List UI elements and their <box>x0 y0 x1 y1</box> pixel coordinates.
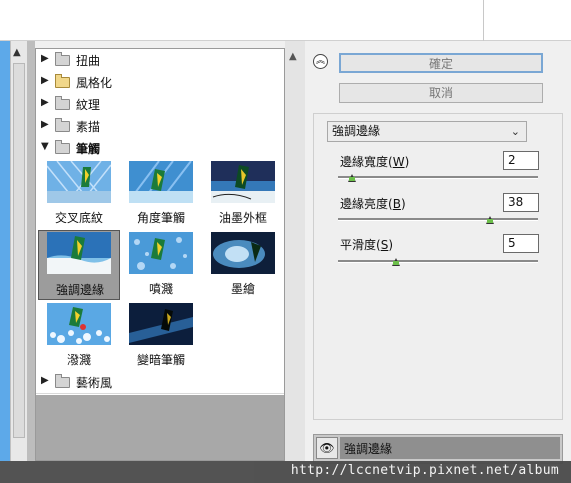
edge-width-label: 邊緣寬度(W) <box>340 155 410 169</box>
filter-thumb-sumi-e[interactable]: 墨繪 <box>202 230 284 300</box>
thumb-label: 潑濺 <box>66 353 91 367</box>
filter-thumbnails: 交叉底紋 角度筆觸 油墨外框 強調邊緣 噴濺 墨繪 潑濺 變暗筆觸 <box>36 159 284 371</box>
ok-button[interactable]: 確定 <box>339 53 543 73</box>
thumb-label: 交叉底紋 <box>54 211 103 225</box>
category-artistic[interactable]: ▶ 藝術風 <box>36 371 284 394</box>
edge-brightness-input[interactable]: 38 <box>503 193 539 212</box>
top-bar <box>0 0 571 41</box>
category-sketch[interactable]: ▶ 素描 <box>36 115 284 138</box>
category-label: 扭曲 <box>76 54 101 68</box>
thumb-label: 墨繪 <box>230 282 255 296</box>
edge-brightness-label: 邊緣亮度(B) <box>340 197 406 211</box>
folder-icon <box>55 374 70 388</box>
effect-layer-row[interactable]: 強調邊緣 <box>340 437 560 459</box>
filter-thumb-crosshatch[interactable]: 交叉底紋 <box>38 159 120 229</box>
edge-width-slider-knob[interactable] <box>348 174 356 182</box>
watermark-bar: http://lccnetvip.pixnet.net/album <box>0 461 571 483</box>
expand-triangle-icon[interactable]: ▶ <box>41 375 49 386</box>
expand-triangle-icon[interactable]: ▶ <box>41 75 49 86</box>
category-label: 紋理 <box>76 98 101 112</box>
smoothness-slider-knob[interactable] <box>392 258 400 266</box>
category-label: 素描 <box>76 120 101 134</box>
expand-triangle-icon[interactable]: ▶ <box>41 53 49 64</box>
filter-thumb-splatter[interactable]: 潑濺 <box>38 301 120 371</box>
folder-icon <box>55 74 70 88</box>
sumi-e-thumbnail <box>211 232 275 274</box>
filter-thumb-dark-strokes[interactable]: 變暗筆觸 <box>120 301 202 371</box>
thumb-label: 油墨外框 <box>218 211 267 225</box>
filter-select-value: 強調邊緣 <box>332 124 381 138</box>
filter-thumb-angled-strokes[interactable]: 角度筆觸 <box>120 159 202 229</box>
ink-outlines-thumbnail <box>211 161 275 203</box>
expand-triangle-icon[interactable]: ▶ <box>41 97 49 108</box>
category-label: 風格化 <box>76 76 113 90</box>
edge-width-slider[interactable] <box>338 176 538 179</box>
effect-layers-panel: 👁 強調邊緣 <box>313 434 563 464</box>
filter-thumb-spatter[interactable]: 噴濺 <box>120 230 202 300</box>
panel-divider <box>27 41 35 461</box>
eye-icon[interactable]: 👁 <box>316 437 338 459</box>
chevron-down-icon: ⌄ <box>510 125 520 138</box>
angled-strokes-thumbnail <box>129 161 193 203</box>
splatter-thumbnail <box>47 303 111 345</box>
effect-layer-label: 強調邊緣 <box>344 442 393 456</box>
category-label: 藝術風 <box>76 376 113 390</box>
edge-brightness-slider-knob[interactable] <box>486 216 494 224</box>
folder-icon <box>55 118 70 132</box>
filter-thumb-ink-outlines[interactable]: 油墨外框 <box>202 159 284 229</box>
scrollbar-thumb[interactable] <box>13 63 25 438</box>
edge-brightness-slider[interactable] <box>338 218 538 221</box>
thumb-label: 強調邊緣 <box>55 283 104 297</box>
filter-select[interactable]: 強調邊緣 ⌄ <box>327 121 527 142</box>
preview-canvas[interactable] <box>0 41 10 461</box>
preview-scrollbar[interactable]: ▲ <box>10 41 27 461</box>
edge-width-input[interactable]: 2 <box>503 151 539 170</box>
gallery-empty-area <box>36 395 284 460</box>
filter-thumb-accented-edges[interactable]: 強調邊緣 <box>38 230 120 300</box>
category-distort[interactable]: ▶ 扭曲 <box>36 49 284 72</box>
dark-strokes-thumbnail <box>129 303 193 345</box>
smoothness-slider[interactable] <box>338 260 538 263</box>
category-label: 筆觸 <box>76 142 101 156</box>
expand-triangle-icon[interactable]: ▶ <box>41 119 49 130</box>
collapse-triangle-icon[interactable]: ▼ <box>41 141 49 152</box>
thumb-label: 噴濺 <box>148 282 173 296</box>
folder-icon <box>55 96 70 110</box>
filter-gallery: ▶ 扭曲 ▶ 風格化 ▶ 紋理 ▶ 素描 ▼ 筆觸 交叉底紋 角度筆觸 油墨外框… <box>35 48 285 461</box>
double-chevron-up-icon[interactable]: ︽ <box>313 54 328 69</box>
smoothness-label: 平滑度(S) <box>340 238 394 252</box>
category-stylize[interactable]: ▶ 風格化 <box>36 71 284 94</box>
thumb-label: 變暗筆觸 <box>136 353 185 367</box>
folder-icon <box>55 140 70 154</box>
crosshatch-thumbnail <box>47 161 111 203</box>
category-brush-strokes[interactable]: ▼ 筆觸 <box>36 137 284 160</box>
scroll-up-arrow-icon[interactable]: ▲ <box>13 47 21 58</box>
scroll-up-arrow-icon[interactable]: ▲ <box>289 51 297 62</box>
accented-edges-thumbnail <box>47 232 111 274</box>
watermark-text: http://lccnetvip.pixnet.net/album <box>290 463 559 478</box>
gallery-scrollbar[interactable]: ▲ <box>285 41 305 461</box>
cancel-button[interactable]: 取消 <box>339 83 543 103</box>
folder-icon <box>55 52 70 66</box>
smoothness-input[interactable]: 5 <box>503 234 539 253</box>
category-texture[interactable]: ▶ 紋理 <box>36 93 284 116</box>
thumb-label: 角度筆觸 <box>136 211 185 225</box>
spatter-thumbnail <box>129 232 193 274</box>
